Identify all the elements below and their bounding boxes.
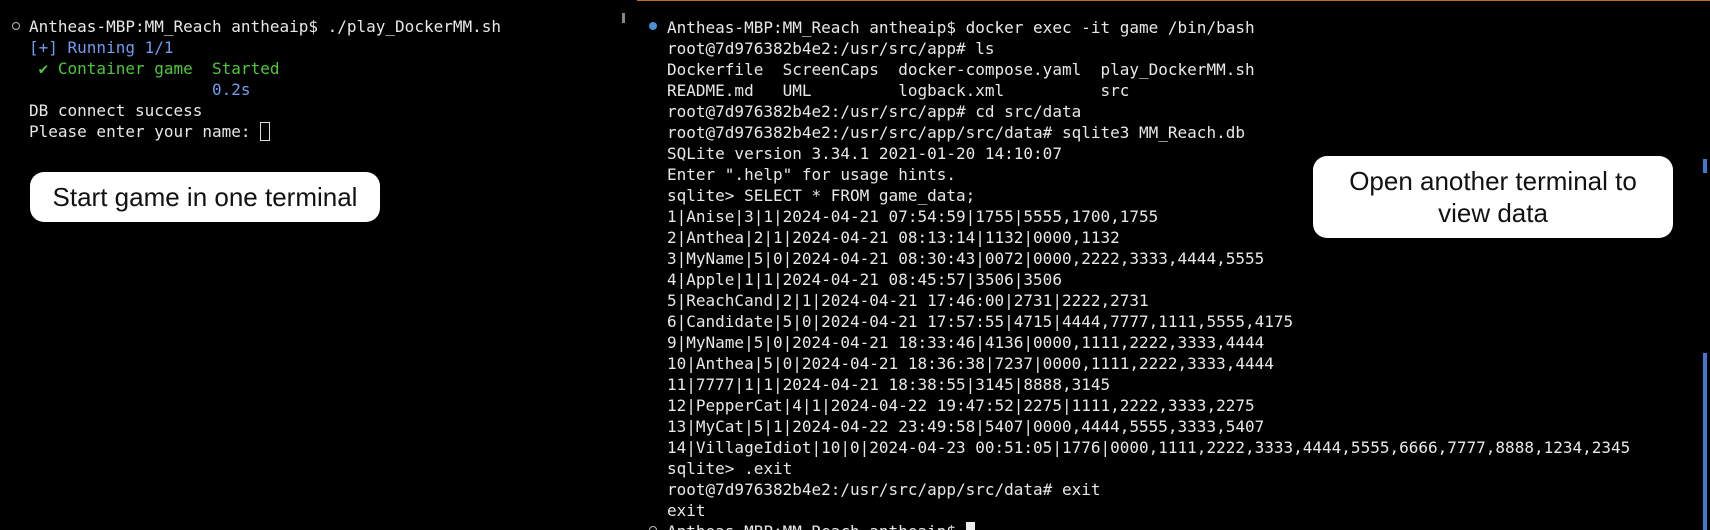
terminal-line: root@7d976382b4e2:/usr/src/app/src/data#… xyxy=(667,123,1245,142)
terminal-line: Antheas-MBP:MM_Reach antheaip$ ./play_Do… xyxy=(29,17,502,36)
query-result-row: 14|VillageIdiot|10|0|2024-04-23 00:51:05… xyxy=(667,438,1631,457)
terminal-line: Dockerfile ScreenCaps docker-compose.yam… xyxy=(667,60,1255,79)
terminal-line: root@7d976382b4e2:/usr/src/app# cd src/d… xyxy=(667,102,1082,121)
terminal-line: root@7d976382b4e2:/usr/src/app/src/data#… xyxy=(667,480,1101,499)
terminal-line: [+] Running 1/1 xyxy=(29,38,174,57)
query-result-row: 3|MyName|5|0|2024-04-21 08:30:43|0072|00… xyxy=(667,249,1265,268)
terminal-line: sqlite> .exit xyxy=(667,459,793,478)
callout-view-data: Open another terminal to view data xyxy=(1313,156,1673,238)
query-result-row: 6|Candidate|5|0|2024-04-21 17:57:55|4715… xyxy=(667,312,1294,331)
query-result-row: 12|PepperCat|4|1|2024-04-22 19:47:52|227… xyxy=(667,396,1255,415)
callout-text: Open another terminal to view data xyxy=(1349,166,1637,228)
text-cursor-icon[interactable] xyxy=(965,522,975,530)
terminal-line: Antheas-MBP:MM_Reach antheaip$ docker ex… xyxy=(667,18,1255,37)
terminal-line: exit xyxy=(667,501,706,520)
terminal-line: ✔ Container game Started xyxy=(29,58,501,79)
prompt-bullet-icon xyxy=(649,526,657,530)
query-result-row: 13|MyCat|5|1|2024-04-22 23:49:58|5407|00… xyxy=(667,417,1265,436)
query-result-row: 9|MyName|5|0|2024-04-21 18:33:46|4136|00… xyxy=(667,333,1265,352)
right-terminal-output: Antheas-MBP:MM_Reach antheaip$ docker ex… xyxy=(667,17,1630,530)
query-result-row: 5|ReachCand|2|1|2024-04-21 17:46:00|2731… xyxy=(667,291,1149,310)
shell-prompt: Antheas-MBP:MM_Reach antheaip$ xyxy=(667,522,966,530)
scrollbar-mark[interactable] xyxy=(1703,159,1707,173)
query-result-row: 10|Anthea|5|0|2024-04-21 18:36:38|7237|0… xyxy=(667,354,1274,373)
name-prompt: Please enter your name: xyxy=(29,122,261,141)
terminal-line: 0.2s xyxy=(29,80,251,99)
scrollbar-thumb[interactable] xyxy=(1703,353,1707,530)
started-label: Started xyxy=(212,59,280,78)
right-terminal-pane[interactable]: Antheas-MBP:MM_Reach antheaip$ docker ex… xyxy=(637,0,1710,530)
terminal-line: DB connect success xyxy=(29,101,203,120)
left-terminal-output: Antheas-MBP:MM_Reach antheaip$ ./play_Do… xyxy=(29,16,501,142)
terminal-line: Please enter your name: xyxy=(29,121,501,142)
prompt-bullet-icon xyxy=(649,22,657,30)
text-cursor-icon[interactable] xyxy=(260,122,271,141)
scrollbar-mark[interactable] xyxy=(622,13,625,23)
callout-start-game: Start game in one terminal xyxy=(30,172,380,222)
terminal-line: Antheas-MBP:MM_Reach antheaip$ xyxy=(667,521,1630,530)
query-result-row: 4|Apple|1|1|2024-04-21 08:45:57|3506|350… xyxy=(667,270,1062,289)
terminal-line: root@7d976382b4e2:/usr/src/app# ls xyxy=(667,39,995,58)
query-result-row: 11|7777|1|1|2024-04-21 18:38:55|3145|888… xyxy=(667,375,1111,394)
terminal-line: README.md UML logback.xml src xyxy=(667,81,1130,100)
container-status-line: ✔ Container game xyxy=(29,59,213,78)
prompt-bullet-icon xyxy=(12,22,20,30)
left-terminal-pane[interactable]: Antheas-MBP:MM_Reach antheaip$ ./play_Do… xyxy=(0,0,637,530)
